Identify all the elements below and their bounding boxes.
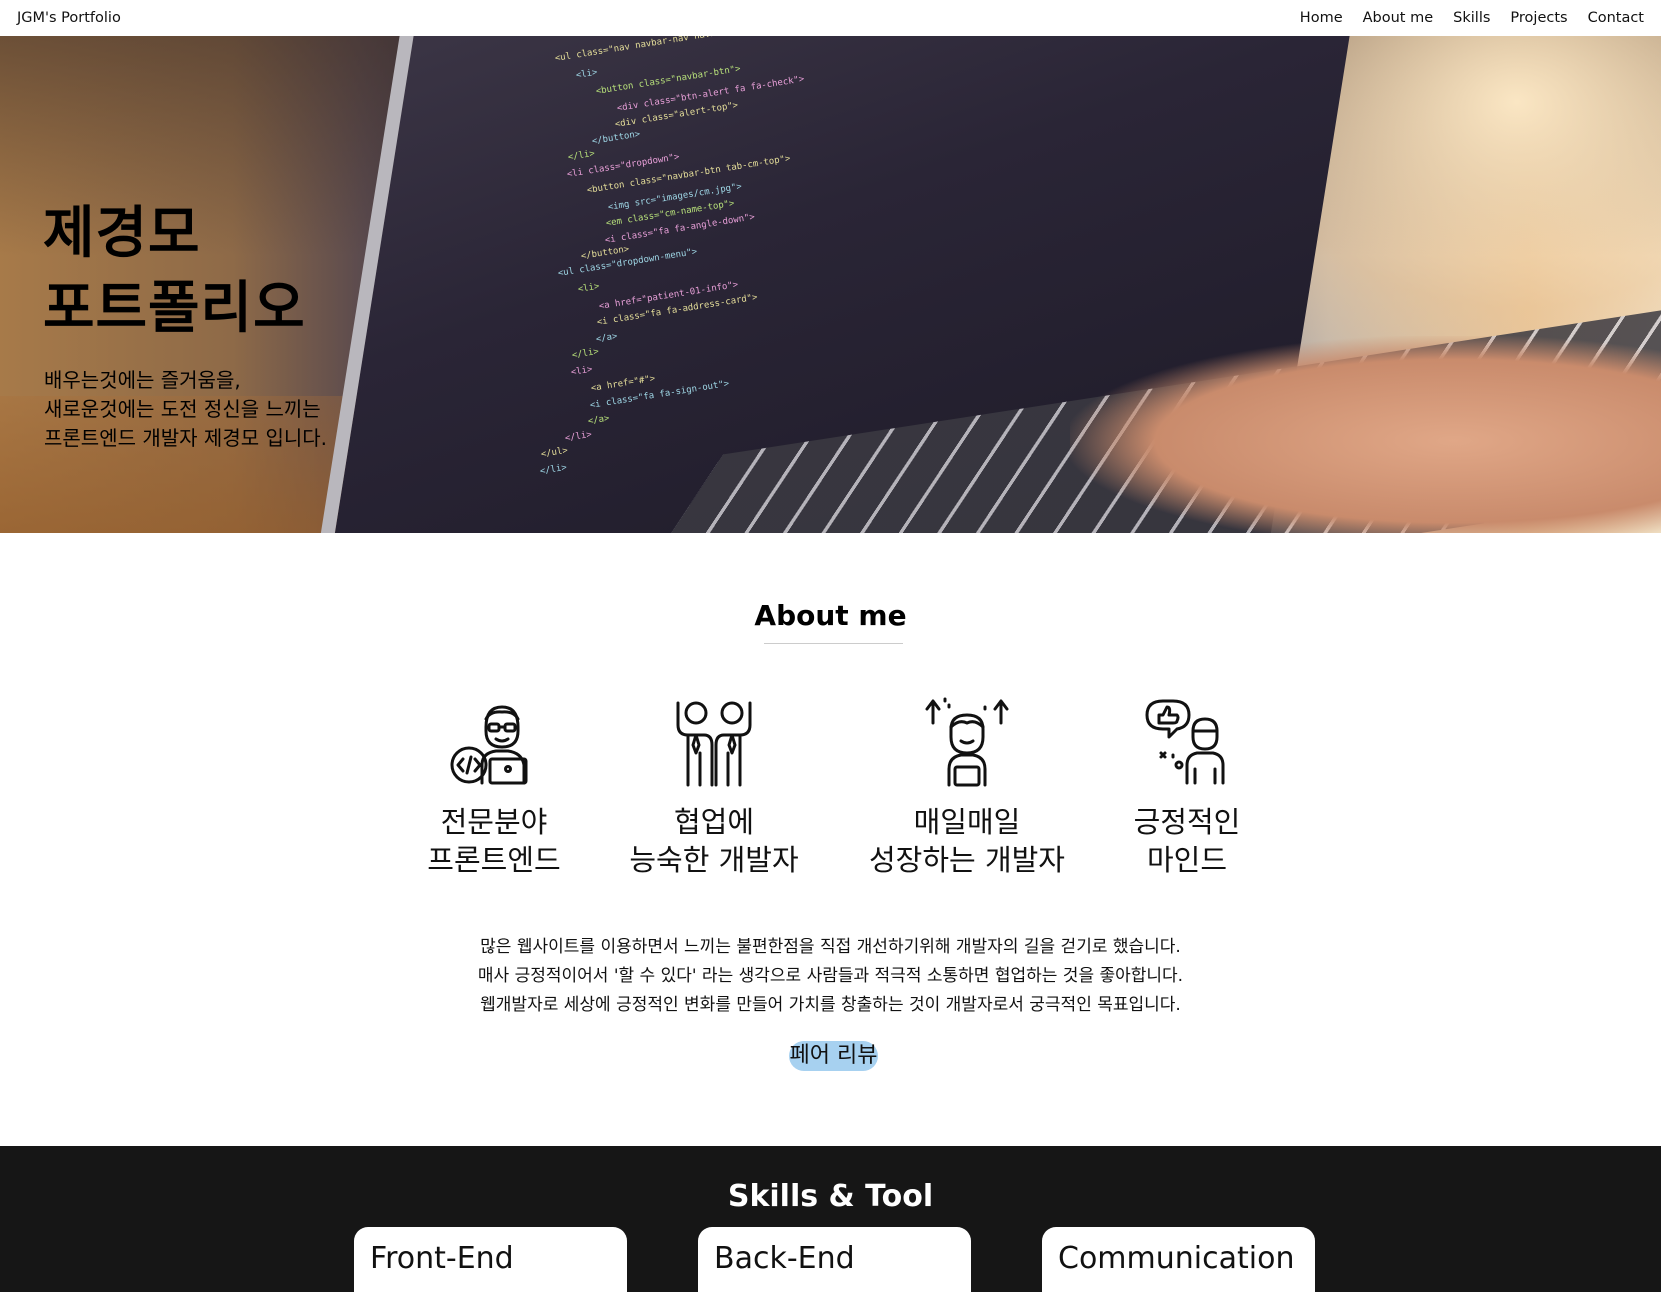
about-section: About me 전문분야 프론트엔드 협업에 능숙한 개발자 매일매일 성장하… <box>0 533 1661 1146</box>
developer-laptop-icon <box>450 705 528 785</box>
about-card-growth: 매일매일 성장하는 개발자 <box>857 693 1077 879</box>
nav-link-about[interactable]: About me <box>1363 10 1434 26</box>
about-card-positive: 긍정적인 마인드 <box>1077 693 1297 879</box>
hero-title: 제경모 포트폴리오 <box>43 196 306 346</box>
hero-title-line-2: 포트폴리오 <box>43 276 306 341</box>
brand-logo[interactable]: JGM's Portfolio <box>17 10 121 26</box>
about-description: 많은 웹사이트를 이용하면서 느끼는 불편한점을 직접 개선하기위해 개발자의 … <box>0 933 1661 1020</box>
hero-subtitle-line: 프론트엔드 개발자 제경모 입니다. <box>44 426 328 450</box>
growth-icon <box>925 697 1009 787</box>
about-description-line: 매사 긍정적이어서 '할 수 있다' 라는 생각으로 사람들과 적극적 소통하면… <box>477 966 1184 986</box>
nav-links: Home About me Skills Projects Contact <box>1300 10 1644 26</box>
peer-review-button[interactable]: 페어 리뷰 <box>789 1041 878 1071</box>
skill-card-frontend: Front-End <box>354 1227 627 1292</box>
about-card-label: 매일매일 성장하는 개발자 <box>869 805 1065 877</box>
about-title-underline <box>764 643 903 644</box>
navbar: JGM's Portfolio Home About me Skills Pro… <box>0 0 1661 36</box>
about-card-teamwork: 협업에 능숙한 개발자 <box>604 693 824 879</box>
hero-title-line-1: 제경모 <box>43 201 201 266</box>
hero-subtitle: 배우는것에는 즐거움을, 새로운것에는 도전 정신을 느끼는 프론트엔드 개발자… <box>44 366 327 453</box>
skill-card-communication: Communication <box>1042 1227 1315 1292</box>
skill-card-backend: Back-End <box>698 1227 971 1292</box>
nav-link-skills[interactable]: Skills <box>1453 10 1490 26</box>
positive-mind-icon <box>1145 699 1225 785</box>
about-card-frontend: 전문분야 프론트엔드 <box>384 693 604 879</box>
skills-title: Skills & Tool <box>727 1179 934 1214</box>
teamwork-icon <box>676 701 752 787</box>
about-description-line: 웹개발자로 세상에 긍정적인 변화를 만들어 가치를 창출하는 것이 개발자로서… <box>480 995 1181 1015</box>
nav-link-projects[interactable]: Projects <box>1510 10 1567 26</box>
hero-subtitle-line: 새로운것에는 도전 정신을 느끼는 <box>44 397 321 421</box>
nav-link-contact[interactable]: Contact <box>1588 10 1644 26</box>
about-card-label: 전문분야 프론트엔드 <box>427 805 561 877</box>
about-description-line: 많은 웹사이트를 이용하면서 느끼는 불편한점을 직접 개선하기위해 개발자의 … <box>480 937 1181 957</box>
about-card-label: 협업에 능숙한 개발자 <box>629 805 799 877</box>
hero-section: <ul class="nav navbar-nav navbar-right">… <box>0 36 1661 533</box>
skills-section: Skills & Tool Front-End Back-End Communi… <box>0 1146 1661 1292</box>
about-card-label: 긍정적인 마인드 <box>1133 805 1241 877</box>
nav-link-home[interactable]: Home <box>1300 10 1343 26</box>
typing-hand-image <box>1070 336 1661 533</box>
about-title: About me <box>754 599 907 632</box>
about-cards: 전문분야 프론트엔드 협업에 능숙한 개발자 매일매일 성장하는 개발자 긍정적… <box>0 693 1661 893</box>
hero-subtitle-line: 배우는것에는 즐거움을, <box>44 368 241 392</box>
